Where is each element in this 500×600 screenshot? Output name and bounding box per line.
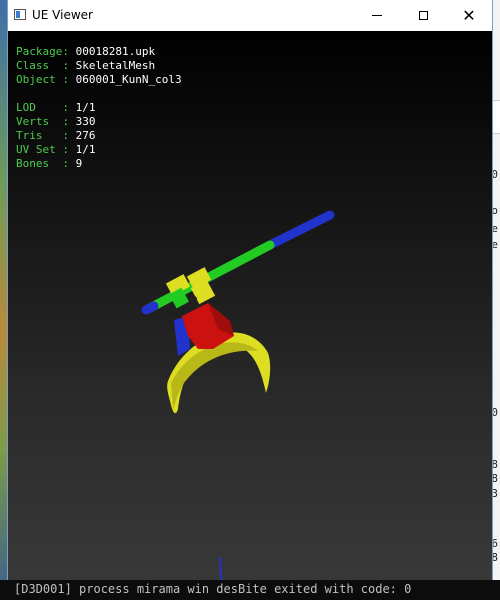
class-label: Class :	[16, 59, 69, 72]
background-glyph: o	[491, 204, 498, 217]
lod-label: LOD :	[16, 101, 69, 114]
background-console-text: [D3D001] process mirama win desBite exit…	[14, 582, 412, 596]
background-glyph: 6	[491, 537, 498, 550]
mesh-joint-pin	[191, 296, 197, 302]
background-desktop-strip	[0, 0, 8, 600]
info-row-tris: Tris : 276	[16, 129, 182, 143]
maximize-icon	[418, 11, 428, 20]
window-title: UE Viewer	[32, 8, 93, 22]
close-button[interactable]: ✕	[446, 0, 492, 31]
background-glyph: 0	[491, 406, 498, 419]
uvset-value: 1/1	[75, 143, 96, 156]
info-row-lod: LOD : 1/1	[16, 101, 182, 115]
bones-value: 9	[75, 157, 83, 170]
title-bar[interactable]: UE Viewer ✕	[8, 0, 492, 31]
info-row-package: Package: 00018281.upk	[16, 45, 182, 59]
background-glyph: 0	[491, 168, 498, 181]
class-value: SkeletalMesh	[75, 59, 156, 72]
info-row-object: Object : 060001_KunN_col3	[16, 73, 182, 87]
verts-value: 330	[75, 115, 96, 128]
background-console-strip: [D3D001] process mirama win desBite exit…	[0, 580, 500, 600]
tris-value: 276	[75, 129, 96, 142]
info-row-uvset: UV Set : 1/1	[16, 143, 182, 157]
background-glyph: 3	[491, 487, 498, 500]
background-glyph: e	[491, 238, 498, 251]
close-icon: ✕	[462, 5, 476, 25]
ue-viewer-window: UE Viewer ✕ Package: 00018281.upk Class …	[8, 0, 492, 600]
bones-label: Bones :	[16, 157, 69, 170]
tris-label: Tris :	[16, 129, 69, 142]
maximize-button[interactable]	[400, 0, 446, 31]
package-value: 00018281.upk	[75, 45, 156, 58]
mesh-blue-tip	[141, 301, 159, 315]
lod-value: 1/1	[75, 101, 96, 114]
background-glyph: e	[491, 222, 498, 235]
app-window-icon	[14, 9, 26, 20]
object-label: Object :	[16, 73, 69, 86]
background-glyph: 8	[491, 551, 498, 564]
uvset-label: UV Set :	[16, 143, 69, 156]
mesh-viewport[interactable]: Package: 00018281.upk Class : SkeletalMe…	[8, 31, 492, 600]
minimize-button[interactable]	[354, 0, 400, 31]
background-glyph: 8	[491, 472, 498, 485]
verts-label: Verts :	[16, 115, 69, 128]
background-glyph: 8	[491, 458, 498, 471]
object-value: 060001_KunN_col3	[75, 73, 182, 86]
background-scroll-thumb	[492, 100, 500, 134]
package-label: Package:	[16, 45, 69, 58]
mesh-info-overlay: Package: 00018281.upk Class : SkeletalMe…	[16, 45, 182, 171]
mesh-blue-rod	[265, 210, 335, 250]
minimize-icon	[372, 15, 382, 16]
info-row-class: Class : SkeletalMesh	[16, 59, 182, 73]
info-row-verts: Verts : 330	[16, 115, 182, 129]
info-row-bones: Bones : 9	[16, 157, 182, 171]
